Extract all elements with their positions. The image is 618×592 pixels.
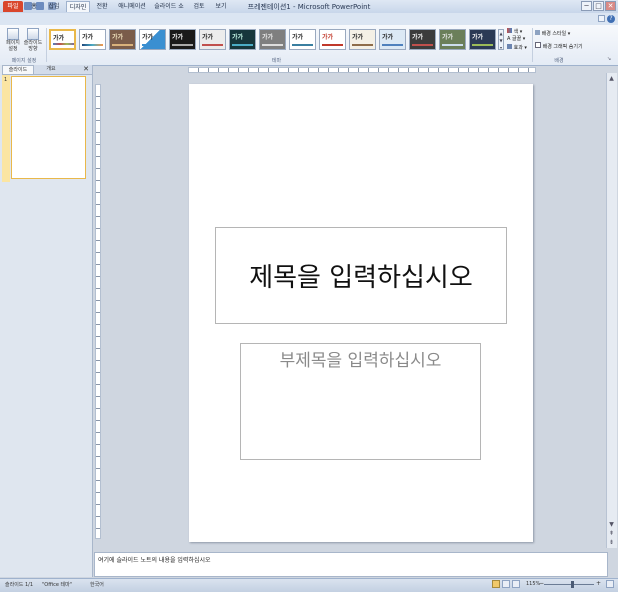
slide-orientation-icon	[27, 28, 39, 40]
tab-slideshow[interactable]: 슬라이드 쇼	[152, 1, 186, 12]
subtitle-placeholder-text: 부제목을 입력하십시오	[279, 351, 442, 371]
theme-14[interactable]: 가가	[439, 29, 466, 50]
page-setup-label: 페이지 설정	[6, 40, 20, 52]
scroll-up-icon[interactable]: ▲	[607, 74, 616, 83]
theme-fonts-button[interactable]: A 글꼴 ▾	[507, 36, 525, 43]
tab-insert[interactable]: 삽입	[45, 1, 63, 12]
zoom-in-icon[interactable]: +	[596, 580, 601, 587]
tab-file[interactable]: 파일	[3, 1, 23, 12]
theme-2[interactable]: 가가	[79, 29, 106, 50]
tab-outline[interactable]: 개요	[36, 65, 66, 74]
vertical-ruler	[95, 84, 101, 539]
theme-6[interactable]: 가가	[199, 29, 226, 50]
tab-view[interactable]: 보기	[212, 1, 230, 12]
theme-15[interactable]: 가가	[469, 29, 496, 50]
help-icon[interactable]: ?	[607, 15, 615, 23]
tab-slides[interactable]: 슬라이드	[2, 65, 34, 74]
theme-13[interactable]: 가가	[409, 29, 436, 50]
zoom-slider[interactable]	[544, 584, 594, 585]
theme-effects-button[interactable]: 효과 ▾	[507, 44, 527, 52]
theme-7[interactable]: 가가	[229, 29, 256, 50]
slide-thumb-highlight	[2, 75, 10, 182]
themes-group-label: 테마	[271, 58, 282, 64]
slide-number: 1	[4, 77, 8, 83]
theme-5[interactable]: 가가	[169, 29, 196, 50]
theme-3[interactable]: 가가	[109, 29, 136, 50]
title-placeholder[interactable]: 제목을 입력하십시오	[215, 227, 507, 324]
maximize-button[interactable]: □	[593, 1, 604, 11]
tab-transitions[interactable]: 전환	[93, 1, 111, 12]
theme-10[interactable]: 가가	[319, 29, 346, 50]
status-language[interactable]: 한국어	[90, 581, 104, 588]
theme-colors-button[interactable]: 색 ▾	[507, 28, 522, 36]
reading-view-icon[interactable]	[512, 580, 520, 588]
next-slide-icon[interactable]: ⇟	[607, 538, 616, 547]
ribbon-separator	[532, 28, 533, 62]
effects-icon	[507, 44, 512, 49]
slide-orientation-label: 슬라이드 방향	[23, 40, 43, 52]
theme-gallery-scroll[interactable]: ▲ ▼ ▾	[498, 29, 504, 50]
background-group-label: 배경	[554, 58, 564, 64]
normal-view-icon[interactable]	[492, 580, 500, 588]
vertical-scrollbar[interactable]	[606, 73, 617, 548]
ribbon-dialog-launcher-icon[interactable]: ↘	[607, 56, 613, 62]
slide-orientation-button[interactable]: 슬라이드 방향	[22, 28, 44, 52]
theme-11[interactable]: 가가	[349, 29, 376, 50]
palette-icon	[507, 28, 512, 33]
status-theme: "Office 테마"	[42, 582, 72, 588]
ribbon-minimize-icon[interactable]	[598, 15, 605, 22]
ribbon-separator	[46, 28, 47, 62]
tab-home[interactable]: 홈	[27, 1, 41, 12]
font-icon: A	[507, 36, 511, 42]
tab-animations[interactable]: 애니메이션	[115, 1, 149, 12]
tab-design[interactable]: 디자인	[66, 1, 90, 12]
hide-background-checkbox[interactable]: 배경 그래픽 숨기기	[535, 42, 583, 51]
theme-4[interactable]: 가가	[139, 29, 166, 50]
previous-slide-icon[interactable]: ⇞	[607, 529, 616, 538]
status-slide-info: 슬라이드 1/1	[5, 582, 34, 588]
slide-thumbnail[interactable]	[11, 76, 86, 179]
page-setup-button[interactable]: 페이지 설정	[4, 28, 22, 52]
horizontal-ruler	[188, 67, 536, 73]
fit-to-window-icon[interactable]	[606, 580, 614, 588]
checkbox-icon	[535, 42, 541, 48]
theme-9[interactable]: 가가	[289, 29, 316, 50]
theme-12[interactable]: 가가	[379, 29, 406, 50]
close-pane-icon[interactable]: ✕	[82, 65, 90, 74]
close-button[interactable]: ✕	[605, 1, 616, 11]
background-style-icon	[535, 30, 540, 35]
theme-office[interactable]: 가가	[49, 29, 76, 50]
notes-placeholder: 여기에 슬라이드 노트의 내용을 입력하십시오	[98, 557, 211, 564]
theme-8[interactable]: 가가	[259, 29, 286, 50]
scroll-down-icon[interactable]: ▼	[607, 520, 616, 529]
zoom-slider-thumb[interactable]	[571, 581, 574, 588]
minimize-button[interactable]: ─	[581, 1, 592, 11]
tab-review[interactable]: 검토	[190, 1, 208, 12]
background-style-button[interactable]: 배경 스타일 ▾	[535, 30, 570, 38]
page-setup-icon	[7, 28, 19, 40]
slide-sorter-view-icon[interactable]	[502, 580, 510, 588]
page-setup-group-label: 페이지 설정	[11, 58, 37, 64]
